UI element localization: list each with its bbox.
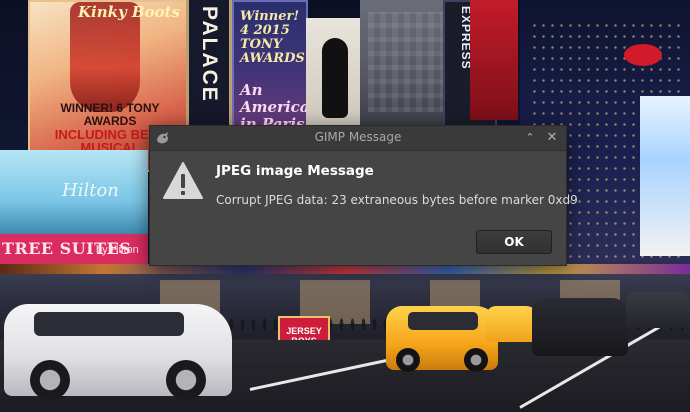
yellow-taxi-far xyxy=(486,306,538,342)
hilton-billboard: Hilton xyxy=(0,150,148,234)
hilton-text: Hilton xyxy=(62,180,119,201)
palace-theatre-sign: PALACE xyxy=(186,0,232,128)
dialog-titlebar[interactable]: GIMP Message ⌃ ✕ xyxy=(150,126,566,151)
suv-windows xyxy=(34,312,184,336)
building-windows xyxy=(368,12,448,112)
taxi-windows xyxy=(408,312,478,330)
palace-text: PALACE xyxy=(198,6,221,103)
award-text: Winner! 4 2015 TONY AWARDS xyxy=(240,9,305,66)
message-heading: JPEG image Message xyxy=(216,163,374,179)
billboard-title: Kinky Boots xyxy=(77,3,180,21)
yellow-taxi xyxy=(386,306,498,372)
close-button[interactable]: ✕ xyxy=(544,130,560,146)
white-suv xyxy=(4,304,232,400)
red-logo-sign xyxy=(624,44,662,66)
gimp-message-dialog: GIMP Message ⌃ ✕ JPEG image Message Corr… xyxy=(149,125,578,266)
minimize-button[interactable]: ⌃ xyxy=(522,130,538,146)
ok-button[interactable]: OK xyxy=(476,230,552,254)
tree-suites-subtext: by Hilton xyxy=(96,244,139,256)
message-text: Corrupt JPEG data: 23 extraneous bytes b… xyxy=(216,193,578,207)
taxi-wheel xyxy=(464,348,488,372)
suv-wheel xyxy=(166,360,206,400)
dark-car xyxy=(626,292,690,328)
billboard-dancer xyxy=(306,18,364,126)
taxi-wheel xyxy=(396,348,420,372)
billboard-american-in-paris: Winner! 4 2015 TONY AWARDS An American i… xyxy=(232,0,320,134)
dark-suv xyxy=(532,298,628,356)
office-building xyxy=(360,0,455,125)
desktop-screen: Kinky Boots WINNER! 6 TONY AWARDS INCLUD… xyxy=(0,0,690,412)
dialog-window-title: GIMP Message xyxy=(314,130,402,144)
tree-suites-sign: TREE SUITES by Hilton xyxy=(0,234,148,266)
red-billboard xyxy=(470,0,518,120)
warning-icon xyxy=(163,162,203,199)
suv-wheel xyxy=(30,360,70,400)
dancer-silhouette xyxy=(322,38,348,118)
billboard-right xyxy=(640,96,690,256)
